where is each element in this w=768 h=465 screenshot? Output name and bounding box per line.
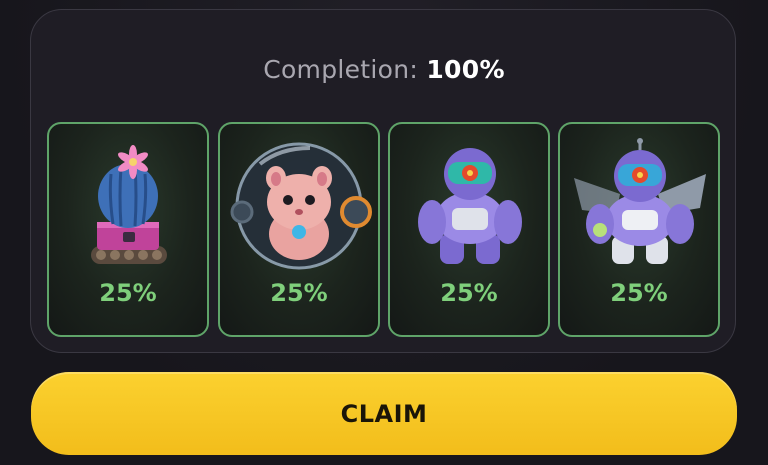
completion-text: Completion: 100% xyxy=(0,55,768,84)
cactus-tank-icon xyxy=(91,145,167,264)
purple-robot-icon xyxy=(418,148,522,264)
completion-value: 100% xyxy=(426,55,505,84)
reward-card-hamster: 25% xyxy=(218,122,380,337)
claim-screen: Completion: 100% 25% 25% 25% 25% CLAIM xyxy=(0,0,768,465)
card-percent: 25% xyxy=(440,279,498,307)
completion-label: Completion: xyxy=(263,55,419,84)
winged-robot-icon xyxy=(574,138,706,264)
reward-card-winged-robot: 25% xyxy=(558,122,720,337)
reward-cards: 25% 25% 25% 25% xyxy=(47,122,721,337)
card-percent: 25% xyxy=(610,279,668,307)
reward-card-cactus: 25% xyxy=(47,122,209,337)
claim-button-label: CLAIM xyxy=(340,399,428,428)
claim-button[interactable]: CLAIM xyxy=(31,372,737,455)
card-percent: 25% xyxy=(99,279,157,307)
hamster-ball-icon xyxy=(230,142,372,270)
card-percent: 25% xyxy=(270,279,328,307)
reward-card-robot: 25% xyxy=(388,122,550,337)
